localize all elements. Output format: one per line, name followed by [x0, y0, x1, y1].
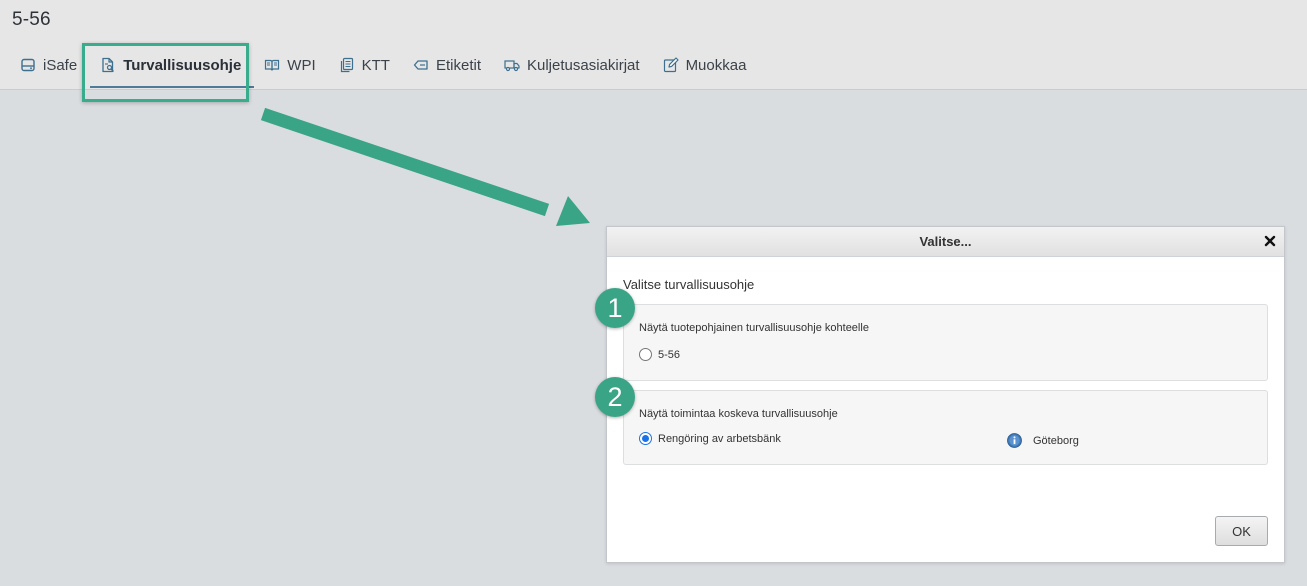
truck-icon — [504, 57, 520, 73]
document-search-icon — [100, 57, 116, 73]
tab-etiketit[interactable]: Etiketit — [403, 50, 494, 80]
drive-icon — [20, 57, 36, 73]
location-label: Göteborg — [1033, 434, 1079, 447]
group-label-activity: Näytä toimintaa koskeva turvallisuusohje — [639, 408, 838, 420]
info-icon[interactable] — [1007, 433, 1022, 448]
page-title: 5-56 — [12, 9, 51, 30]
radio-option-product[interactable]: 5-56 — [639, 348, 680, 361]
close-icon[interactable] — [1263, 234, 1277, 248]
tab-bar: iSafe Turvallisuusohje WPI KTT Etiketit — [10, 50, 760, 88]
tab-label: WPI — [287, 56, 316, 74]
option-group-product: Näytä tuotepohjainen turvallisuusohje ko… — [623, 304, 1268, 381]
edit-icon — [663, 57, 679, 73]
tab-isafe[interactable]: iSafe — [10, 50, 90, 80]
tab-label: iSafe — [43, 56, 78, 74]
header-bar: 5-56 iSafe Turvallisuusohje WPI KTT Etik… — [0, 0, 1307, 90]
step-badge-2: 2 — [595, 377, 635, 417]
radio-label-product: 5-56 — [658, 348, 681, 361]
radio-button-activity[interactable] — [639, 432, 652, 445]
tab-label: Kuljetusasiakirjat — [527, 56, 640, 74]
tab-kuljetusasiakirjat[interactable]: Kuljetusasiakirjat — [494, 50, 653, 80]
tab-turvallisuusohje[interactable]: Turvallisuusohje — [90, 50, 255, 88]
radio-label-activity: Rengöring av arbetsbänk — [658, 432, 781, 445]
tab-wpi[interactable]: WPI — [254, 50, 328, 80]
ok-button[interactable]: OK — [1215, 516, 1268, 546]
dialog-titlebar: Valitse... — [607, 227, 1284, 257]
radio-option-activity[interactable]: Rengöring av arbetsbänk — [639, 432, 781, 445]
annotation-arrow — [260, 107, 590, 226]
step-badge-1: 1 — [595, 288, 635, 328]
radio-button-product[interactable] — [639, 348, 652, 361]
book-icon — [264, 57, 280, 73]
dialog-heading: Valitse turvallisuusohje — [623, 277, 755, 292]
tag-icon — [413, 57, 429, 73]
group-label-product: Näytä tuotepohjainen turvallisuusohje ko… — [639, 322, 869, 334]
tab-label: Etiketit — [435, 56, 481, 74]
tab-label: Turvallisuusohje — [123, 56, 242, 74]
tab-ktt[interactable]: KTT — [329, 50, 403, 80]
select-dialog: Valitse... Valitse turvallisuusohje Näyt… — [606, 226, 1285, 563]
option-group-activity: Näytä toimintaa koskeva turvallisuusohje… — [623, 390, 1268, 465]
location-info: Göteborg — [1007, 433, 1079, 448]
tab-muokkaa[interactable]: Muokkaa — [653, 50, 760, 80]
tab-label: Muokkaa — [685, 56, 747, 74]
dialog-title: Valitse... — [919, 234, 972, 249]
documents-icon — [339, 57, 355, 73]
tab-label: KTT — [361, 56, 390, 74]
